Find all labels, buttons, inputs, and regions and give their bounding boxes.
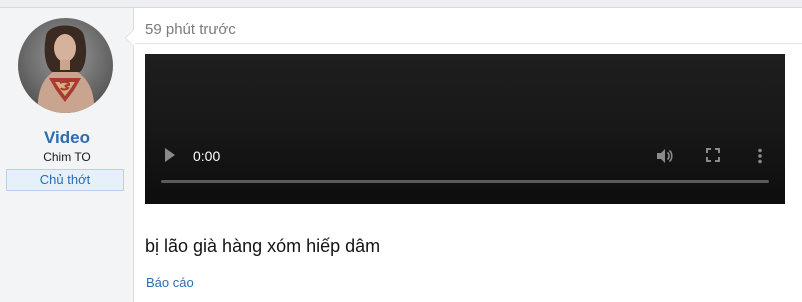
avatar-image [18,18,113,113]
post-user-info: Video Chim TO Chủ thớt [0,8,134,302]
user-title: Chim TO [43,150,91,164]
report-link[interactable]: Báo cáo [146,275,194,290]
video-progress-bar[interactable] [161,180,769,183]
post-timestamp[interactable]: 59 phút trước [145,21,236,38]
post-header: 59 phút trước [135,8,802,44]
more-options-icon[interactable] [757,148,763,169]
fullscreen-icon[interactable] [706,148,720,167]
post-content: bị lão già hàng xóm hiếp dâm [145,236,381,256]
play-icon[interactable] [165,148,175,162]
page-top-border [0,0,802,8]
video-player[interactable]: 0:00 [145,54,785,204]
post-main: 59 phút trước 0:00 bị lão già hàng xóm h… [135,8,802,302]
volume-icon[interactable] [655,148,673,169]
message-pointer [126,30,134,46]
post: Video Chim TO Chủ thớt 59 phút trước 0:0… [0,8,802,302]
username[interactable]: Video [0,128,134,148]
thread-starter-badge: Chủ thớt [6,169,124,191]
video-time: 0:00 [193,148,221,164]
avatar[interactable] [18,18,113,113]
